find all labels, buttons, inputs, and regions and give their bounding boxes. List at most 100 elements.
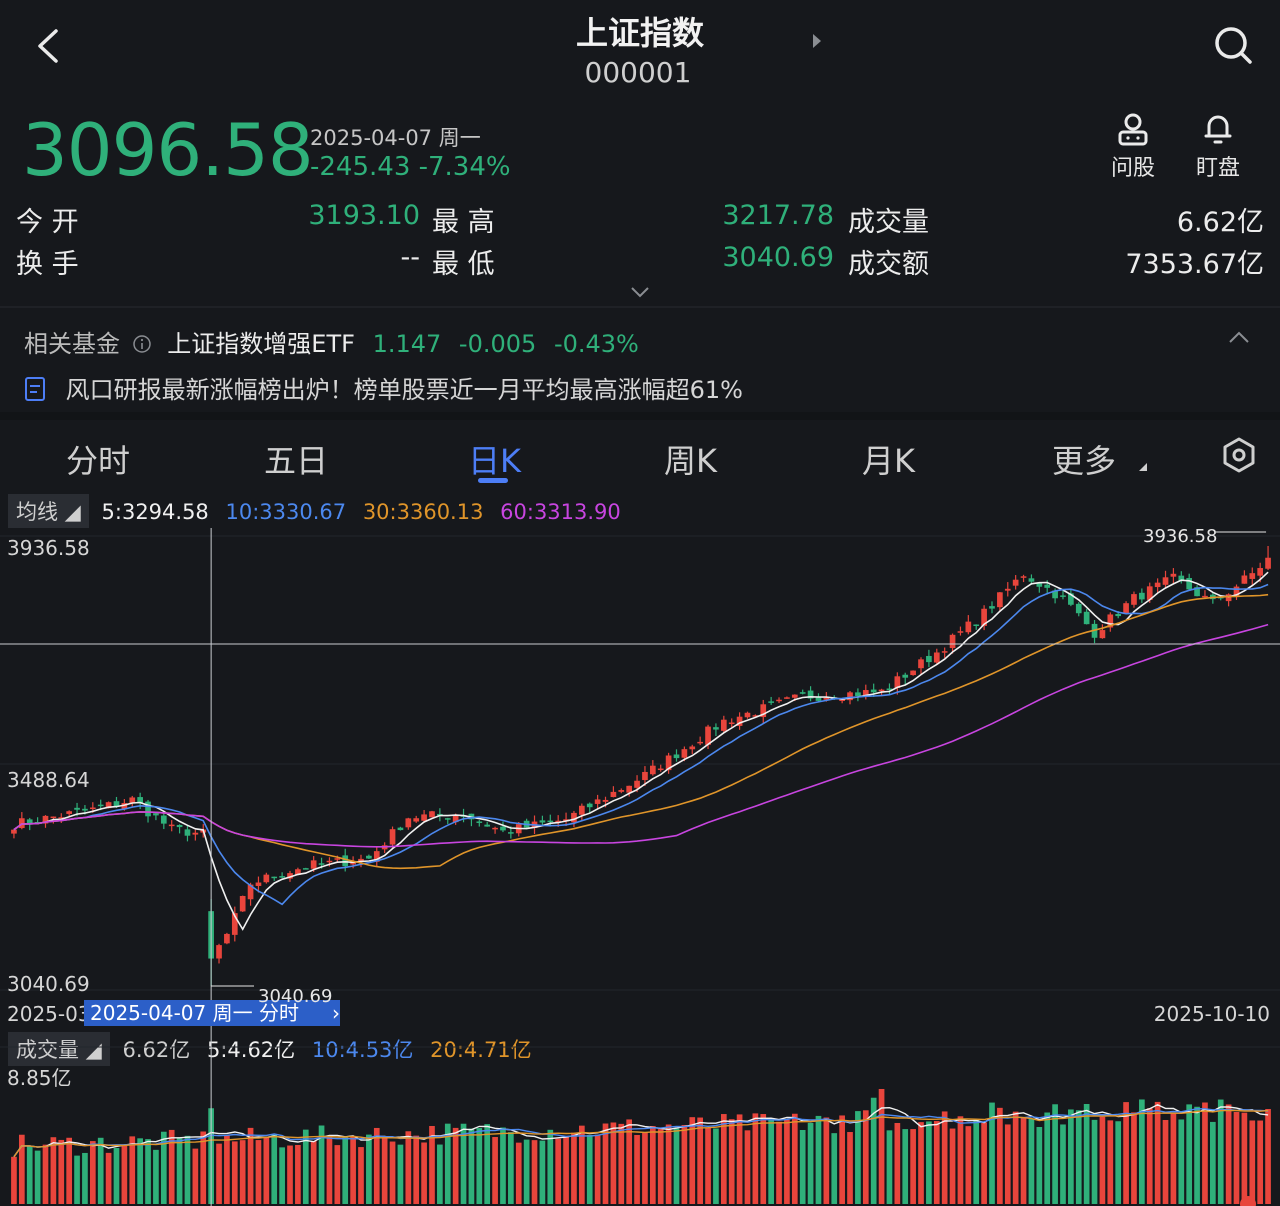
x-axis-end-label: 2025-10-10 xyxy=(1154,1002,1270,1026)
volume-bar xyxy=(760,1114,767,1204)
x-axis-start-label: 2025-03 xyxy=(7,1002,91,1026)
volume-bar xyxy=(397,1144,404,1204)
candle-body xyxy=(933,652,940,663)
candle-body xyxy=(547,820,554,823)
volume-bar xyxy=(1044,1112,1051,1204)
watch-button[interactable]: 盯盘 xyxy=(1178,112,1258,182)
volume-bar xyxy=(713,1128,719,1204)
candle-body xyxy=(728,722,735,725)
volume-bar xyxy=(200,1131,207,1204)
volume-bar xyxy=(618,1123,625,1204)
volume-bar xyxy=(389,1141,396,1204)
candle-body xyxy=(1020,576,1027,578)
candle-body xyxy=(342,855,349,867)
news-row[interactable]: 风口研报最新涨幅榜出炉！榜单股票近一月平均最高涨幅超61% xyxy=(24,370,743,405)
candle-body xyxy=(1044,584,1051,588)
volume-bar xyxy=(579,1125,585,1204)
watch-label: 盯盘 xyxy=(1195,156,1240,181)
expand-chevron-icon[interactable] xyxy=(630,286,650,298)
volume-bar xyxy=(184,1135,191,1204)
candle-body xyxy=(720,719,727,731)
volume-bar xyxy=(421,1142,427,1204)
candle-body xyxy=(413,818,420,822)
tab-weekly-k[interactable]: 周K xyxy=(664,436,717,482)
volume-bar xyxy=(405,1131,412,1204)
volume-bar xyxy=(634,1134,640,1204)
candle-body xyxy=(594,799,601,804)
candle-body xyxy=(910,670,916,676)
high-marker-label: 3936.58 xyxy=(1143,526,1217,547)
volume-bar xyxy=(965,1126,972,1204)
volume-bar xyxy=(1075,1110,1082,1204)
volume-bar xyxy=(11,1156,17,1204)
candle-body xyxy=(586,803,593,808)
volume-bar xyxy=(413,1135,420,1204)
volume-bar xyxy=(381,1136,388,1204)
ask-stock-button[interactable]: 问股 xyxy=(1093,112,1173,182)
volume-bar xyxy=(113,1148,120,1204)
candle-body xyxy=(97,804,104,807)
document-icon xyxy=(25,377,45,401)
caret-right-icon[interactable] xyxy=(812,33,822,49)
volume-bar xyxy=(366,1134,372,1204)
search-icon[interactable] xyxy=(1212,24,1254,66)
settings-icon[interactable] xyxy=(1220,436,1258,474)
candle-body xyxy=(350,862,356,865)
fund-change-pct: -0.43% xyxy=(553,330,639,358)
tab-five-day[interactable]: 五日 xyxy=(264,436,328,482)
candle-body xyxy=(326,860,333,863)
volume-bar xyxy=(1194,1106,1200,1204)
candle-body xyxy=(508,832,514,834)
kline-chart[interactable]: 3936.58 3488.64 3040.69 2025-03 2025-10-… xyxy=(0,520,1280,1206)
candle-body xyxy=(484,824,491,827)
volume-bar xyxy=(342,1136,349,1204)
stat-low-label: 最 低 xyxy=(432,249,495,280)
volume-bar xyxy=(1004,1124,1011,1204)
volume-bar xyxy=(642,1132,648,1204)
volume-bar xyxy=(918,1122,924,1204)
tab-intraday[interactable]: 分时 xyxy=(66,436,130,482)
page-title: 上证指数 xyxy=(575,14,704,52)
stat-volume-value: 6.62亿 xyxy=(1176,207,1264,238)
candle-body xyxy=(1162,577,1169,585)
volume-bar xyxy=(121,1145,128,1204)
volume-bar xyxy=(855,1111,861,1204)
candle-body xyxy=(784,697,790,699)
volume-bar xyxy=(231,1141,238,1204)
candle-body xyxy=(389,829,396,845)
info-icon[interactable] xyxy=(132,334,152,354)
tab-daily-k[interactable]: 日K xyxy=(468,436,521,482)
volume-bar xyxy=(571,1132,577,1204)
y-axis-label-bottom: 3040.69 xyxy=(7,972,90,996)
volume-bar xyxy=(768,1118,774,1204)
candle-body xyxy=(500,826,506,831)
volume-bar xyxy=(941,1111,948,1204)
collapse-chevron-icon[interactable] xyxy=(1228,330,1250,344)
volume-bar xyxy=(1099,1116,1106,1204)
volume-bar xyxy=(594,1134,601,1204)
candle-body xyxy=(949,634,956,649)
volume-bar xyxy=(1146,1108,1153,1204)
volume-bar xyxy=(1186,1104,1193,1204)
volume-bar xyxy=(255,1140,262,1204)
volume-bar xyxy=(129,1136,136,1204)
volume-bar xyxy=(373,1127,380,1204)
volume-bar xyxy=(74,1155,80,1204)
volume-bar xyxy=(681,1124,688,1204)
volume-bar xyxy=(807,1122,814,1204)
volume-bar xyxy=(176,1138,183,1204)
volume-bar xyxy=(192,1148,199,1204)
stat-high-value: 3217.78 xyxy=(722,200,834,231)
candle-body xyxy=(263,874,270,883)
volume-bar xyxy=(1233,1112,1240,1204)
tab-more[interactable]: 更多 xyxy=(1052,436,1148,482)
candle-body xyxy=(302,868,309,870)
candle-body xyxy=(1123,603,1129,614)
related-fund-row[interactable]: 相关基金 上证指数增强ETF 1.147 -0.005 -0.43% xyxy=(24,324,639,359)
candle-body xyxy=(184,829,191,836)
volume-bar xyxy=(137,1138,143,1204)
candle-body xyxy=(239,895,246,912)
stat-open-value: 3193.10 xyxy=(308,200,420,231)
volume-bar xyxy=(492,1137,498,1204)
tab-monthly-k[interactable]: 月K xyxy=(862,436,915,482)
